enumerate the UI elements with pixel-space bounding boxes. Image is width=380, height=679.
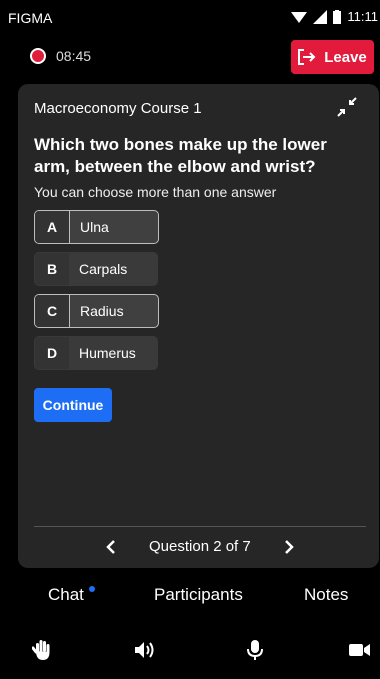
battery-icon — [333, 9, 342, 24]
leave-label: Leave — [324, 48, 367, 66]
option-text: Ulna — [80, 219, 109, 235]
status-bar: FIGMA 11:11 — [0, 0, 380, 34]
status-app-name: FIGMA — [8, 10, 53, 26]
option-letter: D — [35, 337, 69, 369]
option-letter: A — [35, 211, 70, 243]
option-letter: C — [35, 295, 70, 327]
option-text: Humerus — [79, 345, 136, 361]
option-b[interactable]: B Carpals — [34, 252, 158, 286]
tab-participants[interactable]: Participants — [154, 585, 243, 605]
pager-label: Question 2 of 7 — [149, 538, 251, 555]
option-a[interactable]: A Ulna — [34, 210, 159, 244]
question-text: Which two bones make up the lower arm, b… — [34, 135, 327, 176]
recording-indicator: 08:45 — [30, 48, 91, 64]
exit-icon — [298, 49, 316, 65]
option-d[interactable]: D Humerus — [34, 336, 158, 370]
course-title: Macroeconomy Course 1 — [34, 100, 202, 117]
signal-icon — [313, 9, 328, 24]
wifi-icon — [291, 11, 308, 23]
option-text: Radius — [80, 303, 124, 319]
recording-time: 08:45 — [56, 48, 92, 64]
record-icon — [30, 48, 46, 64]
tab-chat[interactable]: Chat — [48, 585, 84, 605]
leave-button[interactable]: Leave — [291, 40, 374, 74]
status-icons: 11:11 — [291, 9, 378, 24]
chevron-left-icon[interactable] — [100, 536, 122, 558]
question-hint: You can choose more than one answer — [34, 184, 277, 200]
option-letter: B — [35, 253, 69, 285]
bottom-tabs: Chat Participants Notes — [0, 585, 380, 611]
quiz-card: Macroeconomy Course 1 Which two bones ma… — [18, 84, 379, 568]
divider — [34, 526, 366, 527]
option-c[interactable]: C Radius — [34, 294, 159, 328]
collapse-icon[interactable] — [336, 96, 358, 118]
chevron-right-icon[interactable] — [278, 536, 300, 558]
continue-button[interactable]: Continue — [34, 388, 112, 422]
video-icon[interactable] — [348, 638, 372, 662]
status-time: 11:11 — [347, 9, 378, 24]
hand-icon[interactable] — [30, 638, 54, 662]
call-controls — [0, 634, 380, 664]
speaker-icon[interactable] — [133, 638, 157, 662]
option-text: Carpals — [79, 261, 128, 277]
question-pager: Question 2 of 7 — [18, 534, 379, 560]
mic-icon[interactable] — [243, 638, 267, 662]
tab-notes[interactable]: Notes — [304, 585, 348, 605]
chat-notification-dot — [89, 586, 95, 592]
